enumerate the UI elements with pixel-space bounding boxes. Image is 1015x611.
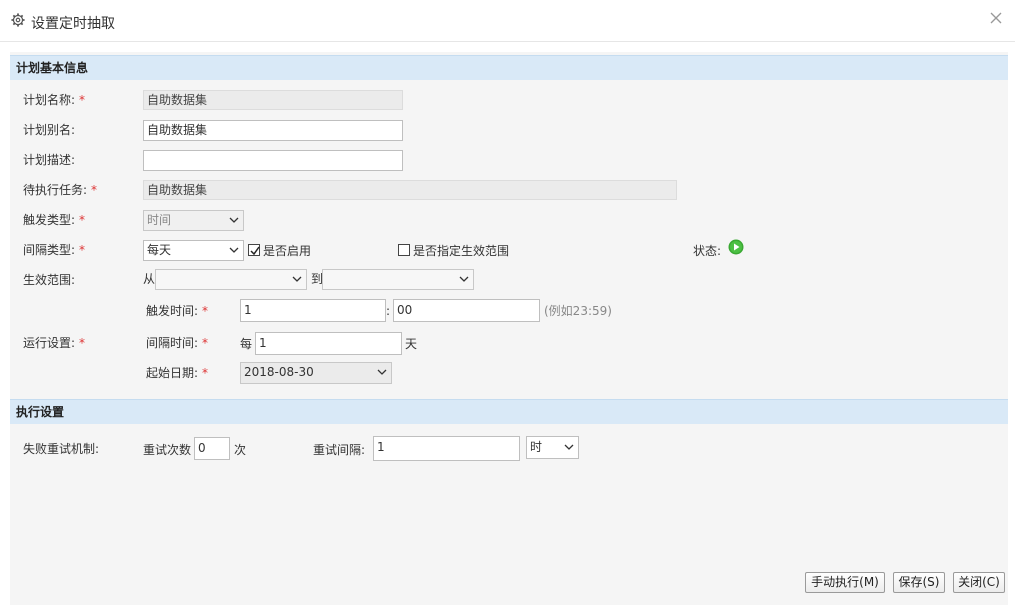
retry-label: 失败重试机制:: [23, 442, 100, 456]
retry-interval-input[interactable]: 1: [373, 436, 520, 461]
checkmark-icon: [250, 246, 260, 256]
time-separator: :: [386, 304, 391, 318]
section-basic-info: 计划基本信息: [10, 55, 1008, 80]
chevron-down-icon: [229, 217, 239, 223]
retry-interval-label: 重试间隔:: [313, 443, 366, 457]
trigger-time-hint: (例如23:59): [544, 304, 612, 318]
interval-type-select[interactable]: 每天: [143, 240, 244, 261]
close-icon[interactable]: [989, 11, 1003, 25]
day-unit-label: 天: [405, 337, 418, 351]
interval-time-label: 间隔时间: *: [146, 336, 209, 350]
manual-execute-button[interactable]: 手动执行(M): [805, 572, 885, 593]
gear-icon: [11, 13, 25, 27]
chevron-down-icon: [564, 444, 574, 450]
trigger-minute-input[interactable]: 00: [393, 299, 540, 322]
to-select[interactable]: [322, 269, 474, 290]
range-spec-label: 是否指定生效范围: [413, 244, 510, 258]
save-button[interactable]: 保存(S): [893, 572, 945, 593]
dialog-body: 计划基本信息 计划名称: * 自助数据集 计划别名: 自助数据集 计划描述: 待执…: [10, 52, 1008, 605]
trigger-hour-input[interactable]: 1: [240, 299, 386, 322]
status-label: 状态:: [693, 244, 722, 258]
chevron-down-icon: [377, 369, 387, 375]
plan-alias-label: 计划别名:: [23, 123, 76, 137]
plan-name-field: 自助数据集: [143, 90, 403, 110]
interval-type-label: 间隔类型: *: [23, 243, 86, 257]
trigger-time-label: 触发时间: *: [146, 304, 209, 318]
chevron-down-icon: [459, 276, 469, 282]
chevron-down-icon: [292, 276, 302, 282]
enable-checkbox[interactable]: [248, 244, 260, 256]
start-date-select[interactable]: 2018-08-30: [240, 362, 392, 384]
task-label: 待执行任务: *: [23, 183, 98, 197]
play-status-icon[interactable]: [728, 239, 744, 255]
retry-interval-unit-value: 时: [530, 440, 543, 454]
retry-count-label: 重试次数: [143, 443, 192, 457]
section-exec-settings: 执行设置: [10, 399, 1008, 424]
trigger-type-select[interactable]: 时间: [143, 210, 244, 231]
dialog-title: 设置定时抽取: [31, 16, 115, 32]
trigger-type-label: 触发类型: *: [23, 213, 86, 227]
interval-value-input[interactable]: 1: [255, 332, 402, 355]
enable-label: 是否启用: [263, 244, 312, 258]
run-settings-label: 运行设置: *: [23, 336, 86, 350]
task-field: 自助数据集: [143, 180, 677, 200]
start-date-label: 起始日期: *: [146, 366, 209, 380]
plan-alias-input[interactable]: 自助数据集: [143, 120, 403, 141]
plan-desc-label: 计划描述:: [23, 153, 76, 167]
effective-range-label: 生效范围:: [23, 273, 76, 287]
range-spec-checkbox[interactable]: [398, 244, 410, 256]
trigger-type-value: 时间: [147, 213, 172, 227]
interval-type-value: 每天: [147, 243, 172, 257]
from-select[interactable]: [155, 269, 307, 290]
chevron-down-icon: [229, 247, 239, 253]
retry-interval-unit-select[interactable]: 时: [526, 436, 579, 459]
dialog-titlebar: 设置定时抽取: [0, 0, 1015, 42]
plan-desc-input[interactable]: [143, 150, 403, 171]
close-button[interactable]: 关闭(C): [953, 572, 1005, 593]
retry-count-input[interactable]: 0: [194, 437, 230, 460]
every-label: 每: [240, 337, 253, 351]
from-label: 从: [143, 272, 156, 286]
retry-count-unit: 次: [234, 443, 247, 457]
plan-name-label: 计划名称: *: [23, 93, 86, 107]
start-date-value: 2018-08-30: [244, 365, 314, 379]
